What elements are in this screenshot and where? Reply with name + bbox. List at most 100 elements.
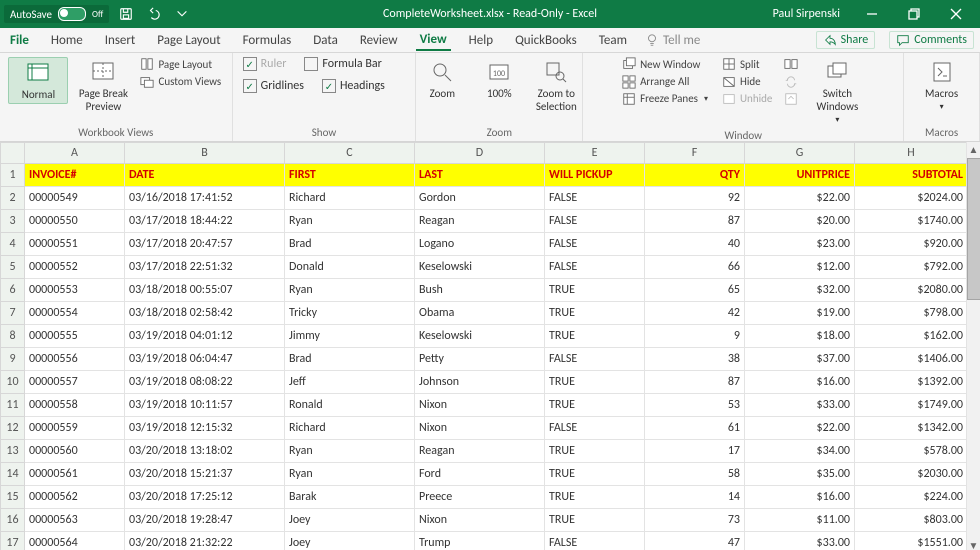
cell[interactable]: $23.00 [745,233,855,256]
cell[interactable]: TRUE [545,463,645,486]
cell[interactable]: TRUE [545,509,645,532]
cell[interactable]: 00000555 [25,325,125,348]
cell[interactable]: 00000560 [25,440,125,463]
custom-views-button[interactable]: Custom Views [138,74,223,88]
cell[interactable]: Reagan [415,210,545,233]
col-header-A[interactable]: A [25,143,125,164]
cell[interactable]: FALSE [545,187,645,210]
hide-button[interactable]: Hide [720,74,774,88]
cell[interactable]: $798.00 [855,302,968,325]
cell[interactable]: Ronald [285,394,415,417]
row-header[interactable]: 14 [1,463,25,486]
scrollbar-thumb[interactable] [967,158,980,300]
cell[interactable]: $920.00 [855,233,968,256]
autosave-toggle[interactable]: AutoSave Off [4,5,109,23]
cell[interactable]: Barak [285,486,415,509]
row-header[interactable]: 10 [1,371,25,394]
cell[interactable]: $16.00 [745,486,855,509]
row-header[interactable]: 5 [1,256,25,279]
cell[interactable]: $16.00 [745,371,855,394]
tab-quickbooks[interactable]: QuickBooks [511,31,581,50]
scroll-down-icon[interactable]: ▼ [967,538,980,550]
cell[interactable]: 00000551 [25,233,125,256]
cell[interactable]: 00000554 [25,302,125,325]
cell[interactable]: FIRST [285,164,415,187]
cell[interactable]: $1406.00 [855,348,968,371]
cell[interactable]: Reagan [415,440,545,463]
tell-me-search[interactable]: Tell me [645,33,700,48]
col-header-F[interactable]: F [645,143,745,164]
cell[interactable]: 00000550 [25,210,125,233]
zoom-selection-button[interactable]: Zoom to Selection [527,57,585,115]
cell[interactable]: TRUE [545,302,645,325]
cell[interactable]: 42 [645,302,745,325]
save-icon[interactable] [115,3,137,25]
switch-windows-button[interactable]: Switch Windows▾ [808,57,866,127]
arrange-all-button[interactable]: Arrange All [620,74,710,88]
normal-view-button[interactable]: Normal [8,57,68,104]
cell[interactable]: Ryan [285,440,415,463]
tab-insert[interactable]: Insert [101,31,140,50]
page-layout-button[interactable]: Page Layout [138,57,223,71]
cell[interactable]: FALSE [545,348,645,371]
cell[interactable]: $32.00 [745,279,855,302]
cell[interactable]: 17 [645,440,745,463]
row-header[interactable]: 1 [1,164,25,187]
split-button[interactable]: Split [720,57,774,71]
cell[interactable]: 03/20/2018 19:28:47 [125,509,285,532]
cell[interactable]: Bush [415,279,545,302]
cell[interactable]: TRUE [545,440,645,463]
cell[interactable]: 00000556 [25,348,125,371]
cell[interactable]: $19.00 [745,302,855,325]
macros-button[interactable]: Macros ▾ [913,57,971,114]
tab-review[interactable]: Review [356,31,402,50]
vertical-scrollbar[interactable]: ▲ ▼ [966,142,980,550]
cell[interactable]: Brad [285,348,415,371]
row-header[interactable]: 16 [1,509,25,532]
cell[interactable]: 00000557 [25,371,125,394]
close-button[interactable] [936,0,976,28]
row-header[interactable]: 15 [1,486,25,509]
share-button[interactable]: Share [816,31,876,49]
comments-button[interactable]: Comments [889,31,974,49]
col-header-B[interactable]: B [125,143,285,164]
row-header[interactable]: 4 [1,233,25,256]
cell[interactable]: $12.00 [745,256,855,279]
cell[interactable]: Joey [285,532,415,550]
cell[interactable]: 03/19/2018 06:04:47 [125,348,285,371]
gridlines-checkbox[interactable]: ✓Gridlines [241,79,306,93]
row-header[interactable]: 3 [1,210,25,233]
formula-bar-checkbox[interactable]: ✓Formula Bar [302,57,383,71]
spreadsheet-grid[interactable]: A B C D E F G H I 1INVOICE#DATEFIRSTLAST… [0,142,980,550]
cell[interactable]: Donald [285,256,415,279]
cell[interactable]: TRUE [545,325,645,348]
cell[interactable]: $34.00 [745,440,855,463]
cell[interactable]: Ryan [285,463,415,486]
cell[interactable]: Trump [415,532,545,550]
cell[interactable]: $20.00 [745,210,855,233]
zoom-button[interactable]: Zoom [413,57,471,102]
row-header[interactable]: 9 [1,348,25,371]
cell[interactable]: Preece [415,486,545,509]
cell[interactable]: Obama [415,302,545,325]
cell[interactable]: Tricky [285,302,415,325]
cell[interactable]: $22.00 [745,417,855,440]
cell[interactable]: 03/18/2018 02:58:42 [125,302,285,325]
row-header[interactable]: 8 [1,325,25,348]
cell[interactable]: Joey [285,509,415,532]
col-header-D[interactable]: D [415,143,545,164]
row-header[interactable]: 12 [1,417,25,440]
cell[interactable]: Ford [415,463,545,486]
cell[interactable]: $1342.00 [855,417,968,440]
cell[interactable]: 03/20/2018 13:18:02 [125,440,285,463]
cell[interactable]: $2080.00 [855,279,968,302]
cell[interactable]: $33.00 [745,394,855,417]
cell[interactable]: 58 [645,463,745,486]
tab-page-layout[interactable]: Page Layout [153,31,224,50]
col-header-C[interactable]: C [285,143,415,164]
qat-dropdown-icon[interactable] [171,3,193,25]
cell[interactable]: $11.00 [745,509,855,532]
cell[interactable]: Jimmy [285,325,415,348]
page-break-preview-button[interactable]: Page Break Preview [74,57,132,115]
cell[interactable]: 03/17/2018 22:51:32 [125,256,285,279]
